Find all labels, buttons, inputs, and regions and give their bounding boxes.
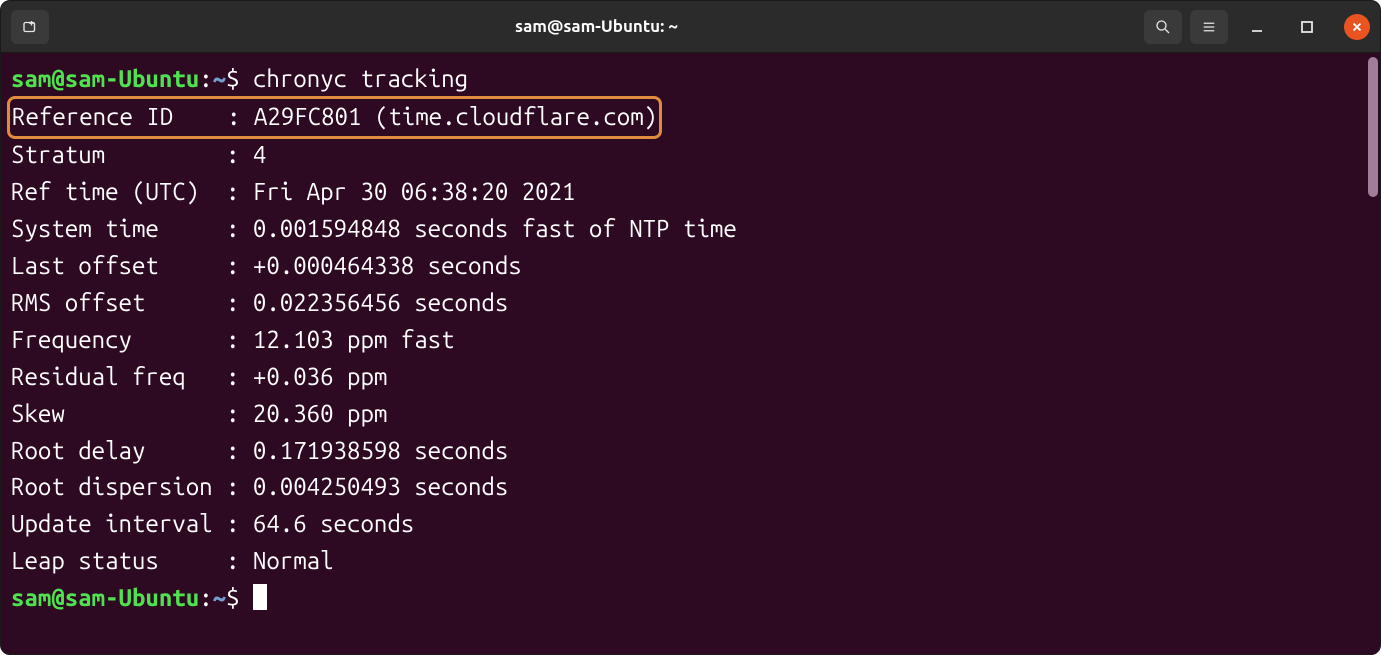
close-button[interactable] bbox=[1344, 14, 1370, 40]
output-row: Last offset : +0.000464338 seconds bbox=[11, 248, 1370, 285]
prompt-symbol: $ bbox=[226, 65, 253, 92]
window-right-controls bbox=[1144, 10, 1370, 44]
highlighted-output: Reference ID : A29FC801 (time.cloudflare… bbox=[7, 96, 662, 139]
output-row: Frequency : 12.103 ppm fast bbox=[11, 322, 1370, 359]
output-row: Ref time (UTC) : Fri Apr 30 06:38:20 202… bbox=[11, 174, 1370, 211]
output-row: System time : 0.001594848 seconds fast o… bbox=[11, 211, 1370, 248]
prompt-line: sam@sam-Ubuntu:~$ bbox=[11, 580, 1370, 617]
command-line: sam@sam-Ubuntu:~$ chronyc tracking bbox=[11, 61, 1370, 98]
output-row: Leap status : Normal bbox=[11, 543, 1370, 580]
prompt-symbol: $ bbox=[226, 584, 253, 611]
output-row: Root delay : 0.171938598 seconds bbox=[11, 433, 1370, 470]
minimize-button[interactable] bbox=[1244, 14, 1270, 40]
output-row: Stratum : 4 bbox=[11, 137, 1370, 174]
terminal-window: sam@sam-Ubuntu: ~ sam@sam-Ubuntu:~$ chro… bbox=[0, 0, 1381, 655]
output-row: Update interval : 64.6 seconds bbox=[11, 506, 1370, 543]
command-text: chronyc tracking bbox=[253, 65, 468, 92]
search-button[interactable] bbox=[1144, 10, 1182, 44]
prompt-user-host: sam@sam-Ubuntu bbox=[11, 65, 199, 92]
maximize-button[interactable] bbox=[1294, 14, 1320, 40]
output-row: Reference ID : A29FC801 (time.cloudflare… bbox=[11, 98, 1370, 137]
output-row: Root dispersion : 0.004250493 seconds bbox=[11, 469, 1370, 506]
hamburger-menu-button[interactable] bbox=[1190, 10, 1228, 44]
prompt-cwd: ~ bbox=[213, 65, 226, 92]
new-tab-button[interactable] bbox=[11, 10, 49, 44]
cursor bbox=[253, 584, 267, 610]
window-title: sam@sam-Ubuntu: ~ bbox=[57, 17, 1136, 36]
output-row: RMS offset : 0.022356456 seconds bbox=[11, 285, 1370, 322]
output-row: Skew : 20.360 ppm bbox=[11, 396, 1370, 433]
titlebar: sam@sam-Ubuntu: ~ bbox=[1, 1, 1380, 53]
prompt-colon: : bbox=[199, 65, 212, 92]
prompt-user-host: sam@sam-Ubuntu bbox=[11, 584, 199, 611]
output-row: Residual freq : +0.036 ppm bbox=[11, 359, 1370, 396]
terminal-body[interactable]: sam@sam-Ubuntu:~$ chronyc trackingRefere… bbox=[1, 53, 1380, 627]
prompt-cwd: ~ bbox=[213, 584, 226, 611]
scrollbar-thumb[interactable] bbox=[1368, 57, 1378, 197]
prompt-colon: : bbox=[199, 584, 212, 611]
